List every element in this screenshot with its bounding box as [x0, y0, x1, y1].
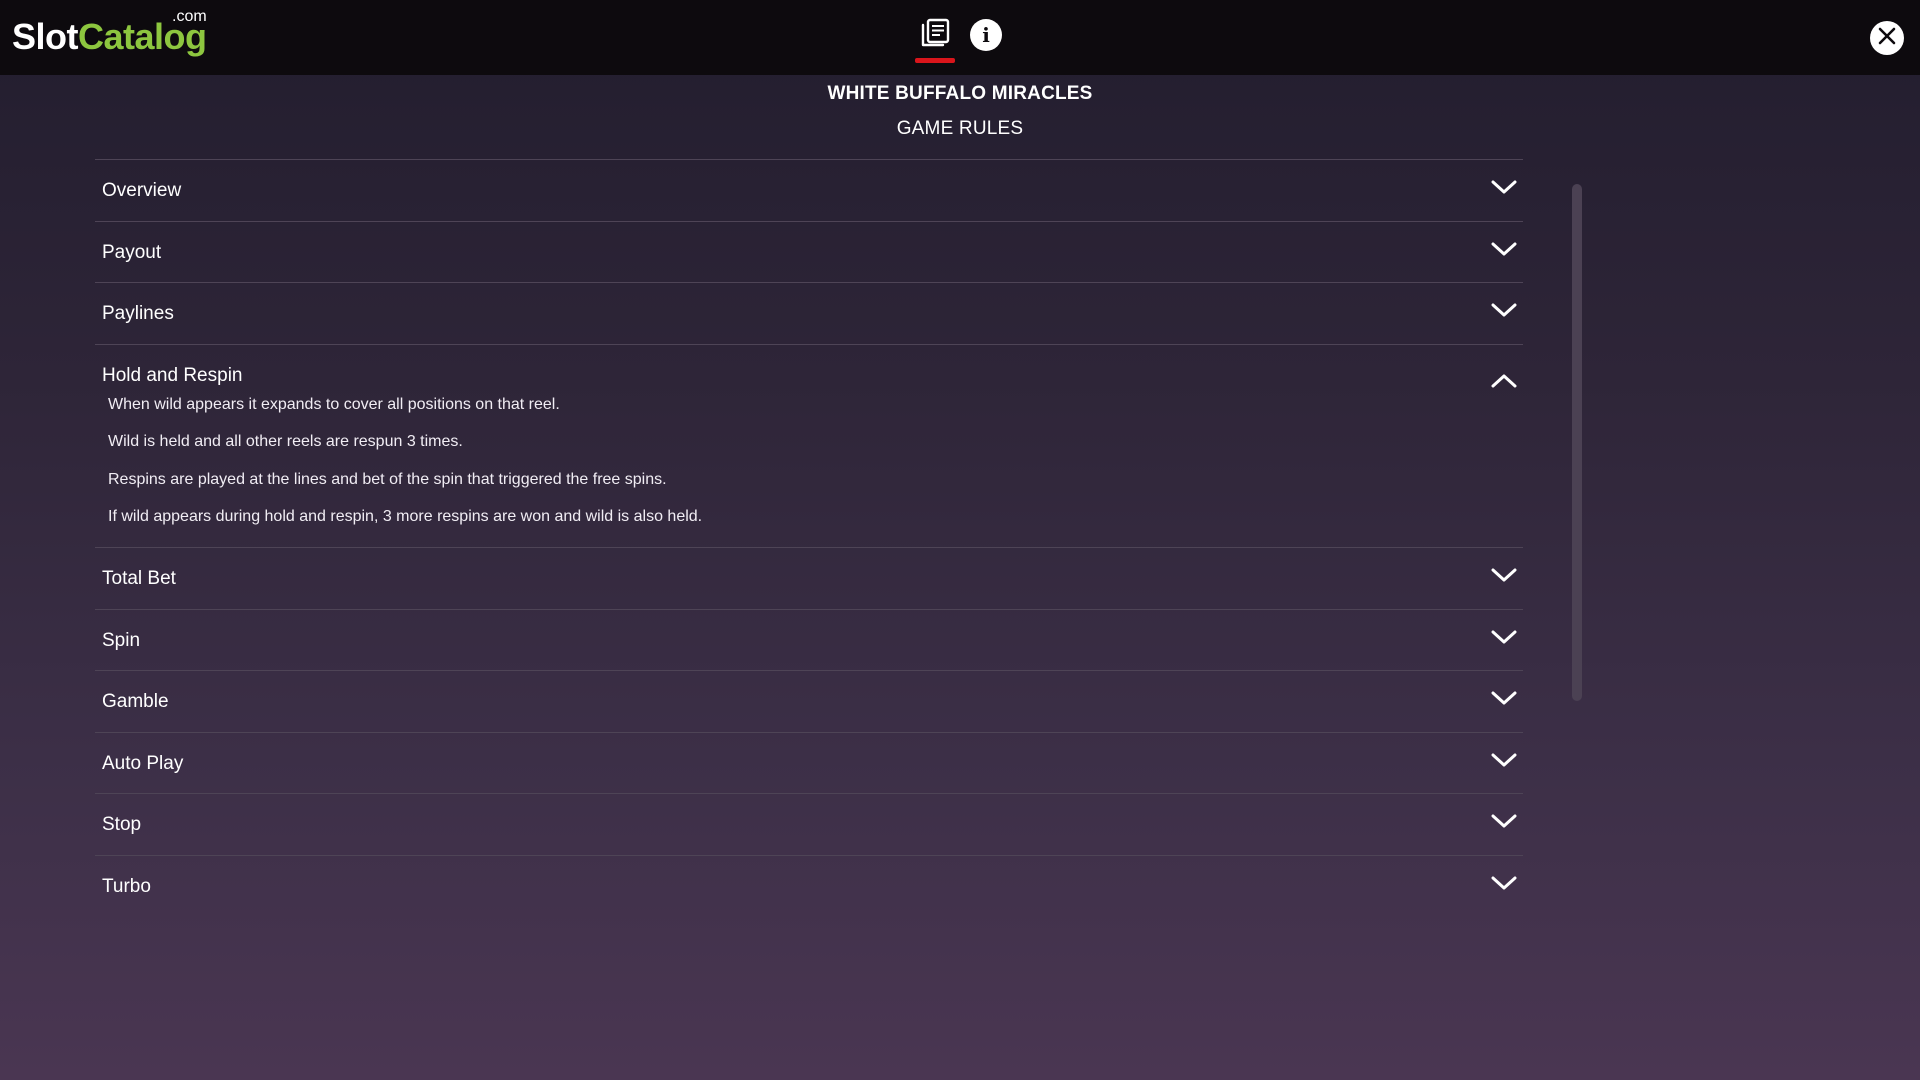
- accordion-item-payout[interactable]: Payout: [95, 220, 1523, 283]
- accordion-header[interactable]: Overview: [95, 160, 1523, 221]
- accordion-item-turbo[interactable]: Turbo: [95, 854, 1523, 902]
- rule-text: When wild appears it expands to cover al…: [108, 395, 560, 413]
- close-button[interactable]: [1870, 21, 1904, 55]
- chevron-up-icon[interactable]: [1489, 371, 1519, 391]
- accordion-item-stop[interactable]: Stop: [95, 793, 1523, 855]
- accordion-item-paylines[interactable]: Paylines: [95, 282, 1523, 344]
- active-tab-indicator: [915, 58, 955, 63]
- accordion-item-label: Paylines: [102, 303, 174, 324]
- rule-text: If wild appears during hold and respin, …: [108, 508, 703, 525]
- accordion-header[interactable]: Spin: [95, 610, 1523, 671]
- chevron-down-icon[interactable]: [1489, 565, 1519, 585]
- chevron-down-icon[interactable]: [1489, 300, 1519, 320]
- accordion-item-label: Spin: [102, 629, 141, 651]
- game-title: WHITE BUFFALO MIRACLES: [827, 83, 1093, 104]
- rules-accordion: Overview Payout Paylines Hold and Respin: [95, 159, 1523, 901]
- accordion-item-label: Overview: [102, 180, 182, 201]
- logo-slot-text: Slot: [12, 16, 79, 57]
- chevron-down-icon[interactable]: [1489, 688, 1519, 708]
- accordion-item-hold-and-respin[interactable]: Hold and Respin When wild appears it exp…: [95, 343, 1523, 548]
- page-subtitle: GAME RULES: [896, 118, 1024, 139]
- accordion-item-label: Turbo: [102, 875, 151, 897]
- slotcatalog-logo[interactable]: .com Slot Catalog: [12, 8, 212, 64]
- accordion-header[interactable]: Gamble: [95, 671, 1523, 732]
- accordion-item-label: Total Bet: [102, 568, 176, 589]
- accordion-item-label: Stop: [102, 814, 142, 835]
- tab-info[interactable]: i: [970, 19, 1002, 51]
- tab-rules[interactable]: [913, 12, 957, 64]
- accordion-header[interactable]: Stop: [95, 794, 1523, 855]
- accordion-item-label: Auto Play: [102, 752, 184, 774]
- accordion-header[interactable]: Turbo: [95, 856, 1523, 902]
- accordion-item-label: Gamble: [102, 691, 169, 712]
- accordion-item-total-bet[interactable]: Total Bet: [95, 547, 1523, 609]
- accordion-item-label: Payout: [102, 241, 162, 263]
- chevron-down-icon[interactable]: [1489, 811, 1519, 831]
- logo-catalog-text: Catalog: [78, 16, 207, 57]
- rule-text: Respins are played at the lines and bet …: [108, 470, 667, 488]
- info-icon: i: [982, 23, 990, 47]
- accordion-body: When wild appears it expands to cover al…: [95, 395, 1523, 548]
- chevron-down-icon[interactable]: [1489, 750, 1519, 770]
- chevron-down-icon[interactable]: [1489, 239, 1519, 259]
- accordion-header[interactable]: Total Bet: [95, 548, 1523, 609]
- top-bar: .com Slot Catalog i: [0, 0, 1920, 75]
- chevron-down-icon[interactable]: [1489, 873, 1519, 893]
- chevron-down-icon[interactable]: [1489, 177, 1519, 197]
- accordion-header[interactable]: Payout: [95, 222, 1523, 283]
- rule-text: Wild is held and all other reels are res…: [108, 433, 463, 450]
- accordion-header[interactable]: Auto Play: [95, 733, 1523, 794]
- accordion-item-gamble[interactable]: Gamble: [95, 670, 1523, 732]
- accordion-header[interactable]: Hold and Respin: [95, 345, 1523, 395]
- accordion-item-label: Hold and Respin: [102, 364, 243, 386]
- chevron-down-icon[interactable]: [1489, 627, 1519, 647]
- accordion-item-auto-play[interactable]: Auto Play: [95, 731, 1523, 794]
- book-icon: [919, 12, 951, 53]
- accordion-header[interactable]: Paylines: [95, 283, 1523, 344]
- close-icon: [1878, 27, 1896, 50]
- scrollbar-thumb[interactable]: [1572, 184, 1582, 701]
- accordion-item-spin[interactable]: Spin: [95, 608, 1523, 671]
- accordion-item-overview[interactable]: Overview: [95, 159, 1523, 221]
